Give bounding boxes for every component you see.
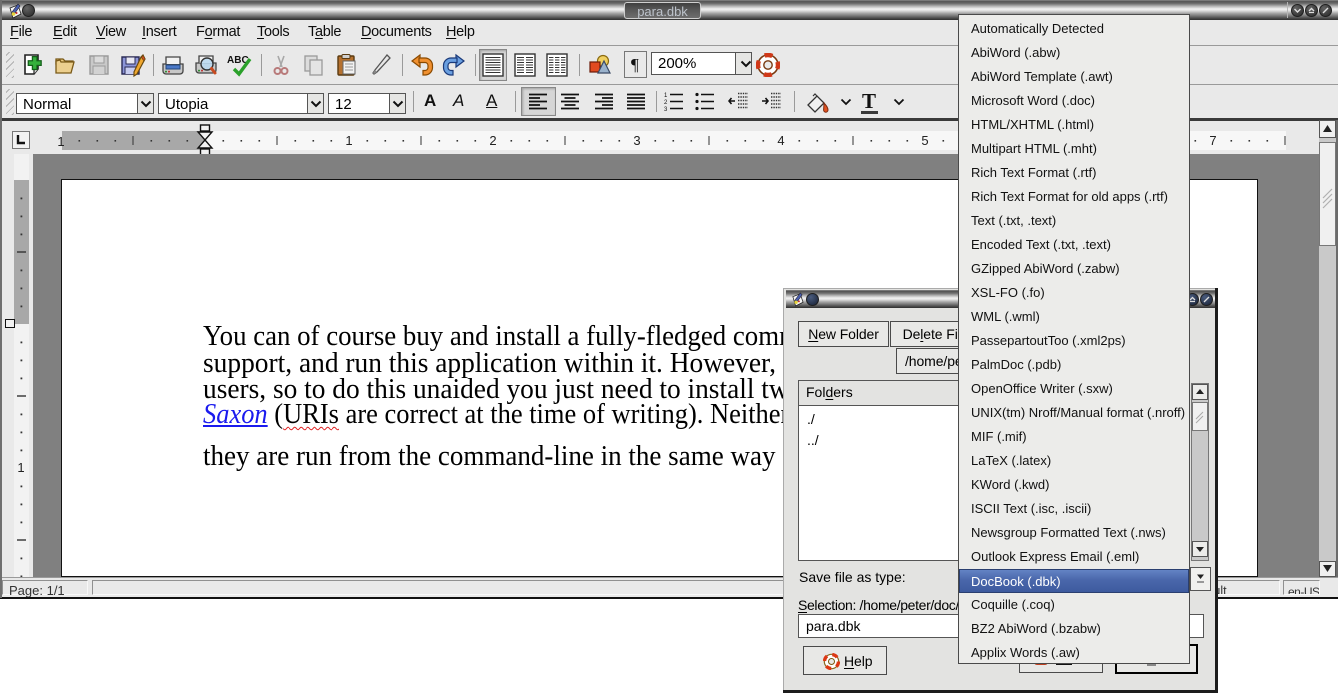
svg-text:2: 2: [489, 133, 496, 148]
svg-text:5: 5: [921, 133, 928, 148]
svg-text:2: 2: [664, 100, 668, 106]
svg-text:1: 1: [664, 93, 668, 99]
svg-text:1: 1: [17, 460, 24, 475]
svg-text:1: 1: [345, 133, 352, 148]
svg-text:3: 3: [664, 107, 668, 111]
svg-text:4: 4: [777, 133, 784, 148]
svg-text:3: 3: [633, 133, 640, 148]
svg-text:7: 7: [1209, 133, 1216, 148]
